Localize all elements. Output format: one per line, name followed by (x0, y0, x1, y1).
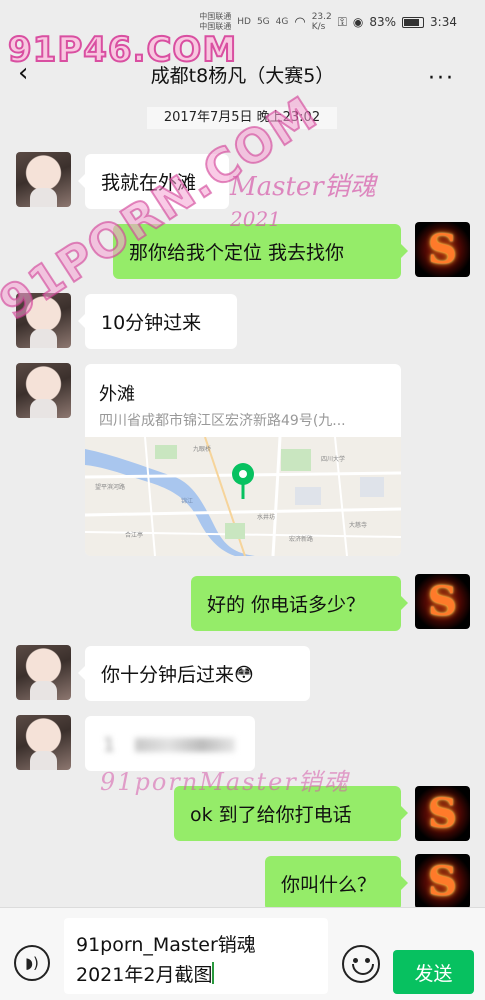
eye-icon: ◉ (352, 15, 364, 29)
battery-icon (402, 16, 425, 28)
self-avatar[interactable]: S (415, 854, 470, 909)
message-bubble-outgoing[interactable]: 你叫什么？ (265, 856, 408, 911)
watermark-top: 91P46.COM (7, 29, 238, 71)
self-avatar[interactable]: S (415, 574, 470, 629)
watermark-bottom: 91pornMaster销魂 (100, 768, 350, 796)
speed-value: 23.2 (311, 12, 332, 22)
contact-avatar[interactable] (16, 363, 71, 418)
input-bar: ◗) 91porn_Master销魂 2021年2月截图 发送 (0, 907, 485, 1000)
self-avatar[interactable]: S (415, 786, 470, 841)
hd-badge: HD (237, 17, 251, 27)
message-bubble-incoming[interactable]: 你十分钟后过来😳 (78, 646, 310, 701)
blur-mask (135, 738, 235, 752)
emoji-icon[interactable] (342, 945, 380, 983)
text-caret (212, 962, 215, 984)
watermark-middle-text: Master销魂 (230, 172, 376, 202)
map-label: 宏济新路 (289, 535, 313, 543)
speed-readout: 23.2 K/s (312, 12, 332, 32)
location-name: 外滩 (99, 384, 135, 405)
map-label: 合江亭 (125, 531, 143, 539)
wifi-icon: ◠ (294, 14, 306, 30)
contact-avatar[interactable] (16, 715, 71, 770)
blurred-phone-number: 1 (103, 734, 116, 756)
location-address: 四川省成都市锦江区宏济新路49号(九... (99, 413, 346, 429)
message-input[interactable]: 91porn_Master销魂 2021年2月截图 (64, 918, 328, 994)
carrier-info: 中国联通 中国联通 (199, 12, 231, 32)
map-label: 锦江 (181, 497, 193, 505)
network-5g: 5G (256, 17, 270, 27)
message-bubble-outgoing[interactable]: 好的 你电话多少？ (191, 576, 408, 631)
map-graphic: 九眼桥 望平滨河路 四川大学 锦江 水井坊 合江亭 宏济新路 大慈寺 (85, 436, 401, 556)
watermark-middle: Master销魂 2021 (230, 166, 376, 233)
map-label: 四川大学 (321, 455, 345, 463)
clock: 3:34 (430, 15, 457, 29)
network-4g: 4G (275, 17, 289, 27)
voice-input-icon[interactable]: ◗) (14, 945, 50, 981)
contact-avatar[interactable] (16, 152, 71, 207)
message-bubble-incoming[interactable]: 10分钟过来 (78, 294, 237, 349)
contact-avatar[interactable] (16, 645, 71, 700)
map-label: 水井坊 (257, 513, 275, 521)
watermark-middle-year: 2021 (230, 207, 281, 231)
carrier-1: 中国联通 (199, 12, 232, 21)
key-icon: ⚿ (337, 14, 347, 29)
location-card[interactable]: 外滩 四川省成都市锦江区宏济新路49号(九... 九眼桥 望平滨河路 四川大学 … (85, 364, 401, 556)
send-button[interactable]: 发送 (393, 950, 474, 994)
location-map[interactable]: 九眼桥 望平滨河路 四川大学 锦江 水井坊 合江亭 宏济新路 大慈寺 (85, 436, 401, 556)
self-avatar[interactable]: S (415, 222, 470, 277)
map-label: 望平滨河路 (95, 483, 125, 491)
more-options-icon[interactable]: ··· (428, 66, 455, 91)
battery-percent: 83% (369, 15, 397, 29)
speed-unit: K/s (311, 22, 326, 32)
map-label: 九眼桥 (193, 445, 211, 453)
message-input-text: 91porn_Master销魂 2021年2月截图 (76, 934, 256, 986)
map-label: 大慈寺 (349, 521, 367, 529)
